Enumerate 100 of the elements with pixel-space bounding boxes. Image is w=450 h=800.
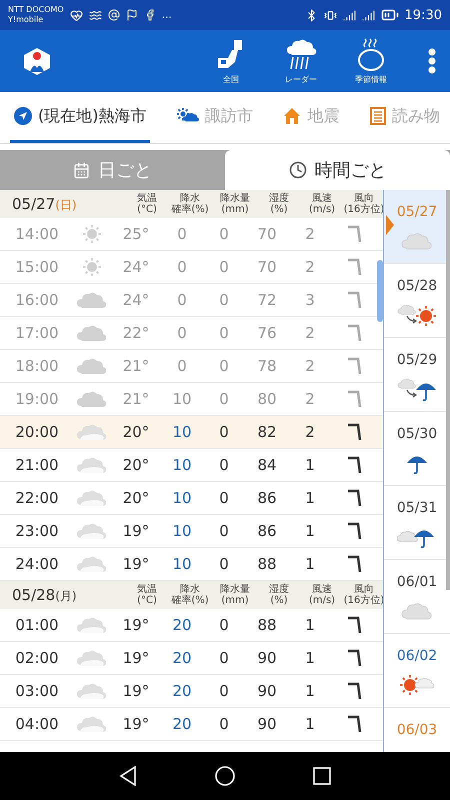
wind-speed-cell-text: 1 bbox=[304, 682, 316, 700]
time-cell-text: 23:00 bbox=[14, 522, 60, 540]
wind-speed-cell-text: 2 bbox=[304, 258, 316, 276]
scrollbar[interactable] bbox=[446, 190, 450, 590]
precip-chance-cell-text: 10 bbox=[171, 456, 193, 474]
view-tab[interactable]: 時間ごと bbox=[225, 150, 450, 190]
precip-chance-cell-text: 20 bbox=[171, 616, 193, 634]
precip-amount-cell-text: 0 bbox=[218, 357, 230, 375]
cloud-icon bbox=[77, 521, 107, 541]
precip-chance-cell-text: 20 bbox=[171, 715, 193, 733]
column-header: 降水量 (mm) bbox=[219, 193, 251, 215]
humidity-cell-text: 70 bbox=[256, 258, 278, 276]
time-cell-text: 04:00 bbox=[14, 715, 60, 733]
clock-icon bbox=[288, 161, 306, 179]
date-label: 05/31 bbox=[396, 500, 438, 516]
precip-amount-cell-text: 0 bbox=[218, 555, 230, 573]
day-date: 05/27(日) bbox=[11, 194, 78, 214]
wind-speed-cell-text: 1 bbox=[304, 649, 316, 667]
time-cell-text: 19:00 bbox=[14, 390, 60, 408]
cloud-icon bbox=[77, 714, 107, 734]
vibrate-icon bbox=[324, 8, 337, 22]
home-icon[interactable] bbox=[215, 766, 235, 786]
humidity-cell-text: 86 bbox=[256, 489, 278, 507]
date-label: 06/02 bbox=[396, 648, 438, 664]
wind-speed-cell-text: 3 bbox=[304, 291, 316, 309]
precip-amount-cell-text: 0 bbox=[218, 489, 230, 507]
precip-amount-cell-text: 0 bbox=[218, 291, 230, 309]
wind-speed-cell-text: 2 bbox=[304, 324, 316, 342]
date-label: 06/03 bbox=[396, 722, 438, 738]
precip-amount-cell-text: 0 bbox=[218, 616, 230, 634]
precip-chance-cell-text: 10 bbox=[171, 423, 193, 441]
column-header: 降水 確率(%) bbox=[170, 193, 210, 215]
app-logo bbox=[22, 46, 52, 76]
wind-direction-icon bbox=[346, 648, 362, 668]
heart-pulse-icon bbox=[70, 8, 83, 22]
document-icon bbox=[370, 107, 386, 125]
time-cell-text: 14:00 bbox=[14, 225, 60, 243]
wind-speed-cell-text: 1 bbox=[304, 522, 316, 540]
signal-icon bbox=[342, 8, 356, 22]
precip-amount-cell-text: 0 bbox=[218, 225, 230, 243]
signal-icon bbox=[362, 8, 375, 22]
nav-button[interactable]: 季節情報 bbox=[336, 38, 406, 84]
date-label: 05/30 bbox=[396, 426, 438, 442]
scrollbar[interactable] bbox=[377, 260, 383, 322]
wind-speed-cell-text: 1 bbox=[304, 456, 316, 474]
precip-chance-cell-text: 10 bbox=[171, 555, 193, 573]
cloud-icon bbox=[77, 455, 107, 475]
cloud-icon bbox=[77, 681, 107, 701]
column-header: 風向 (16方位) bbox=[344, 584, 383, 606]
cloud-icon bbox=[77, 422, 107, 442]
time-cell-text: 21:00 bbox=[14, 456, 60, 474]
menu-button[interactable] bbox=[428, 48, 436, 74]
precip-chance-cell-text: 10 bbox=[171, 522, 193, 540]
temperature-cell-text: 25° bbox=[122, 225, 150, 243]
wind-speed-cell-text: 2 bbox=[304, 357, 316, 375]
precip-amount-cell-text: 0 bbox=[218, 456, 230, 474]
temperature-cell-text: 22° bbox=[122, 324, 150, 342]
time-cell-text: 16:00 bbox=[14, 291, 60, 309]
humidity-cell-text: 76 bbox=[256, 324, 278, 342]
temperature-cell-text: 24° bbox=[122, 258, 150, 276]
temperature-cell-text: 19° bbox=[122, 682, 150, 700]
temperature-cell-text: 21° bbox=[122, 357, 150, 375]
cloud-icon bbox=[77, 323, 107, 343]
cloud-icon bbox=[77, 615, 107, 635]
date-label: 05/27 bbox=[396, 204, 438, 220]
nav-button[interactable]: レーダー bbox=[266, 38, 336, 84]
precip-chance-cell-text: 0 bbox=[176, 258, 188, 276]
wind-speed-cell-text: 2 bbox=[304, 423, 316, 441]
location-tab[interactable]: (現在地)熱海市 bbox=[10, 92, 150, 143]
calendar-icon bbox=[73, 162, 90, 178]
column-header: 湿度 (%) bbox=[268, 584, 290, 606]
precip-amount-cell-text: 0 bbox=[218, 682, 230, 700]
column-header: 湿度 (%) bbox=[268, 193, 290, 215]
humidity-cell-text: 84 bbox=[256, 456, 278, 474]
precip-amount-cell-text: 0 bbox=[218, 390, 230, 408]
wind-direction-icon bbox=[346, 488, 362, 508]
time-cell-text: 18:00 bbox=[14, 357, 60, 375]
humidity-cell-text: 90 bbox=[256, 682, 278, 700]
nav-button[interactable]: 全国 bbox=[196, 38, 266, 84]
precip-chance-cell-text: 0 bbox=[176, 324, 188, 342]
back-icon[interactable] bbox=[119, 766, 137, 786]
temperature-cell-text: 21° bbox=[122, 390, 150, 408]
flag-icon bbox=[126, 9, 138, 21]
temperature-cell-text: 19° bbox=[122, 522, 150, 540]
cloud-icon bbox=[77, 648, 107, 668]
temperature-cell-text: 20° bbox=[122, 456, 150, 474]
wind-speed-cell-text: 1 bbox=[304, 715, 316, 733]
date-label: 05/28 bbox=[396, 278, 438, 294]
humidity-cell-text: 90 bbox=[256, 649, 278, 667]
wind-speed-cell-text: 2 bbox=[304, 390, 316, 408]
date-label: 06/01 bbox=[396, 574, 438, 590]
wind-direction-icon bbox=[346, 521, 362, 541]
recents-icon[interactable] bbox=[313, 767, 331, 785]
humidity-cell-text: 70 bbox=[256, 225, 278, 243]
time-cell-text: 24:00 bbox=[14, 555, 60, 573]
wind-direction-icon bbox=[346, 554, 362, 574]
humidity-cell-text: 90 bbox=[256, 715, 278, 733]
cloud-icon bbox=[77, 488, 107, 508]
carrier-name: Y!mobile bbox=[8, 15, 44, 25]
time-cell-text: 01:00 bbox=[14, 616, 60, 634]
